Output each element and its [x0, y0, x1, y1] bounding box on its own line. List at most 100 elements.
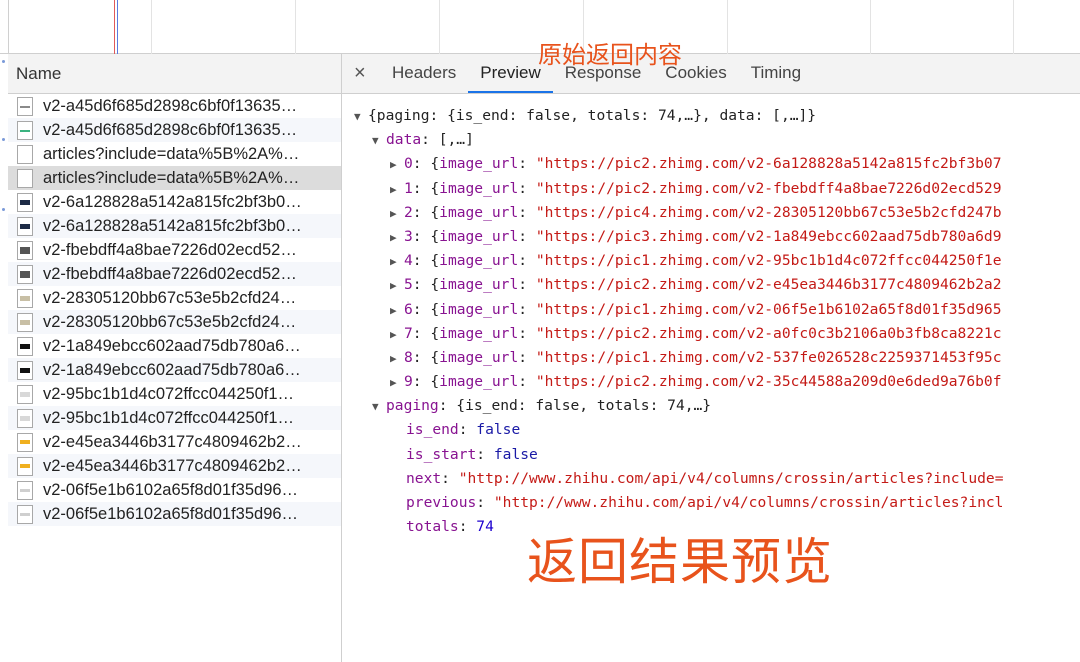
json-array-item[interactable]: ▶ 7: {image_url: "https://pic2.zhimg.com/… — [354, 322, 1003, 346]
tab-headers[interactable]: Headers — [380, 53, 468, 93]
request-name: v2-fbebdff4a8bae7226d02ecd52… — [43, 240, 297, 259]
request-row[interactable]: v2-a45d6f685d2898c6bf0f13635… — [8, 94, 341, 118]
json-index: 0 — [404, 155, 413, 173]
json-string-value: "https://pic2.zhimg.com/v2-a0fc0c3b2106a… — [535, 324, 1002, 342]
expand-triangle-icon[interactable]: ▶ — [390, 347, 404, 371]
request-row[interactable]: v2-95bc1b1d4c072ffcc044250f1… — [8, 382, 341, 406]
request-name: v2-28305120bb67c53e5b2cfd24… — [43, 288, 297, 307]
request-name: v2-6a128828a5142a815fc2bf3b0… — [43, 216, 302, 235]
json-array-item[interactable]: ▶ 6: {image_url: "https://pic1.zhimg.com/… — [354, 298, 1003, 322]
json-key: next — [406, 469, 442, 487]
json-index: 2 — [404, 203, 413, 221]
json-index: 7 — [404, 324, 413, 342]
expand-triangle-icon[interactable]: ▶ — [390, 274, 404, 298]
annotation-result-preview: 返回结果预览 — [527, 533, 833, 591]
request-row[interactable]: v2-1a849ebcc602aad75db780a6… — [8, 334, 341, 358]
file-icon — [17, 432, 33, 452]
json-paging-node[interactable]: ▼ paging: {is_end: false, totals: 74,…} — [354, 394, 1003, 418]
expand-triangle-icon[interactable]: ▶ — [390, 202, 404, 226]
file-icon — [17, 336, 33, 356]
json-array-item[interactable]: ▶ 9: {image_url: "https://pic2.zhimg.com/… — [354, 370, 1003, 394]
request-name: v2-a45d6f685d2898c6bf0f13635… — [43, 96, 298, 115]
timeline-gridline — [295, 0, 296, 54]
request-name: v2-6a128828a5142a815fc2bf3b0… — [43, 192, 302, 211]
json-index: 1 — [404, 179, 413, 197]
json-array-item[interactable]: ▶ 3: {image_url: "https://pic3.zhimg.com/… — [354, 225, 1003, 249]
json-array-item[interactable]: ▶ 8: {image_url: "https://pic1.zhimg.com/… — [354, 346, 1003, 370]
name-column-header[interactable]: Name — [8, 54, 341, 94]
request-row[interactable]: v2-a45d6f685d2898c6bf0f13635… — [8, 118, 341, 142]
json-root-summary: {paging: {is_end: false, totals: 74,…}, … — [368, 107, 817, 124]
request-row[interactable]: v2-e45ea3446b3177c4809462b2… — [8, 430, 341, 454]
json-array-item[interactable]: ▶ 0: {image_url: "https://pic2.zhimg.com/… — [354, 152, 1003, 176]
file-icon — [17, 120, 33, 140]
request-row[interactable]: v2-fbebdff4a8bae7226d02ecd52… — [8, 262, 341, 286]
expand-triangle-icon[interactable]: ▶ — [390, 226, 404, 250]
request-row[interactable]: v2-28305120bb67c53e5b2cfd24… — [8, 310, 341, 334]
request-name: articles?include=data%5B%2A%… — [43, 168, 300, 187]
json-key: image_url — [439, 373, 519, 391]
request-row[interactable]: v2-06f5e1b6102a65f8d01f35d96… — [8, 478, 341, 502]
json-key: data — [386, 131, 422, 149]
json-root-node[interactable]: ▼ {paging: {is_end: false, totals: 74,…},… — [354, 104, 1003, 128]
expand-triangle-icon[interactable]: ▶ — [390, 250, 404, 274]
request-row[interactable]: articles?include=data%5B%2A%… — [8, 142, 341, 166]
json-key: previous — [406, 494, 477, 511]
request-row[interactable]: v2-6a128828a5142a815fc2bf3b0… — [8, 190, 341, 214]
json-key: paging — [386, 397, 439, 415]
json-key: image_url — [439, 203, 519, 221]
request-name: v2-e45ea3446b3177c4809462b2… — [43, 456, 302, 475]
close-icon[interactable]: × — [354, 53, 380, 93]
request-row[interactable]: v2-fbebdff4a8bae7226d02ecd52… — [8, 238, 341, 262]
json-paging-field: is_end: false — [406, 421, 521, 439]
request-list: v2-a45d6f685d2898c6bf0f13635… v2-a45d6f68… — [8, 94, 341, 526]
json-preview-tree: ▼ {paging: {is_end: false, totals: 74,…},… — [354, 104, 1003, 539]
timeline-gridline — [439, 0, 440, 54]
request-name: v2-1a849ebcc602aad75db780a6… — [43, 336, 301, 355]
json-paging-field: is_start: false — [406, 445, 538, 463]
request-row[interactable]: v2-95bc1b1d4c072ffcc044250f1… — [8, 406, 341, 430]
json-key: is_start — [406, 445, 477, 463]
json-array-item[interactable]: ▶ 1: {image_url: "https://pic2.zhimg.com/… — [354, 177, 1003, 201]
request-name: articles?include=data%5B%2A%… — [43, 144, 300, 163]
json-string-value: "https://pic1.zhimg.com/v2-06f5e1b6102a6… — [535, 300, 1002, 318]
json-array-item[interactable]: ▶ 4: {image_url: "https://pic1.zhimg.com/… — [354, 249, 1003, 273]
expand-triangle-icon[interactable]: ▼ — [354, 105, 368, 129]
expand-triangle-icon[interactable]: ▶ — [390, 153, 404, 177]
json-string-value: "https://pic2.zhimg.com/v2-e45ea3446b317… — [535, 276, 1002, 294]
request-name: v2-1a849ebcc602aad75db780a6… — [43, 360, 301, 379]
expand-triangle-icon[interactable]: ▼ — [372, 129, 386, 153]
json-key: image_url — [439, 155, 519, 173]
json-string-value: "https://pic3.zhimg.com/v2-1a849ebcc602a… — [535, 227, 1002, 245]
request-row[interactable]: v2-06f5e1b6102a65f8d01f35d96… — [8, 502, 341, 526]
file-icon — [17, 240, 33, 260]
json-array-item[interactable]: ▶ 5: {image_url: "https://pic2.zhimg.com/… — [354, 273, 1003, 297]
expand-triangle-icon[interactable]: ▶ — [390, 323, 404, 347]
file-icon — [17, 192, 33, 212]
request-row[interactable]: v2-e45ea3446b3177c4809462b2… — [8, 454, 341, 478]
file-icon — [17, 312, 33, 332]
json-paging-field: previous: "http://www.zhihu.com/api/v4/c… — [406, 494, 1004, 511]
expand-triangle-icon[interactable]: ▶ — [390, 371, 404, 395]
json-key: image_url — [439, 252, 519, 270]
json-data-node[interactable]: ▼ data: [,…] — [354, 128, 1003, 152]
request-name: v2-06f5e1b6102a65f8d01f35d96… — [43, 480, 299, 499]
tab-timing[interactable]: Timing — [739, 53, 813, 93]
expand-triangle-icon[interactable]: ▶ — [390, 178, 404, 202]
file-icon — [17, 144, 33, 164]
json-array-item[interactable]: ▶ 2: {image_url: "https://pic4.zhimg.com/… — [354, 201, 1003, 225]
json-key: image_url — [439, 300, 519, 318]
expand-triangle-icon[interactable]: ▶ — [390, 299, 404, 323]
json-value: "http://www.zhihu.com/api/v4/columns/cro… — [458, 469, 1004, 487]
file-icon — [17, 504, 33, 524]
request-row[interactable]: v2-6a128828a5142a815fc2bf3b0… — [8, 214, 341, 238]
json-value: 74 — [476, 518, 494, 536]
timeline-gridline — [151, 0, 152, 54]
json-string-value: "https://pic2.zhimg.com/v2-6a128828a5142… — [535, 155, 1002, 173]
expand-triangle-icon[interactable]: ▼ — [372, 395, 386, 419]
request-row[interactable]: v2-28305120bb67c53e5b2cfd24… — [8, 286, 341, 310]
request-row[interactable]: articles?include=data%5B%2A%… — [8, 166, 341, 190]
request-row[interactable]: v2-1a849ebcc602aad75db780a6… — [8, 358, 341, 382]
request-name: v2-06f5e1b6102a65f8d01f35d96… — [43, 504, 299, 523]
request-name: v2-95bc1b1d4c072ffcc044250f1… — [43, 384, 295, 403]
